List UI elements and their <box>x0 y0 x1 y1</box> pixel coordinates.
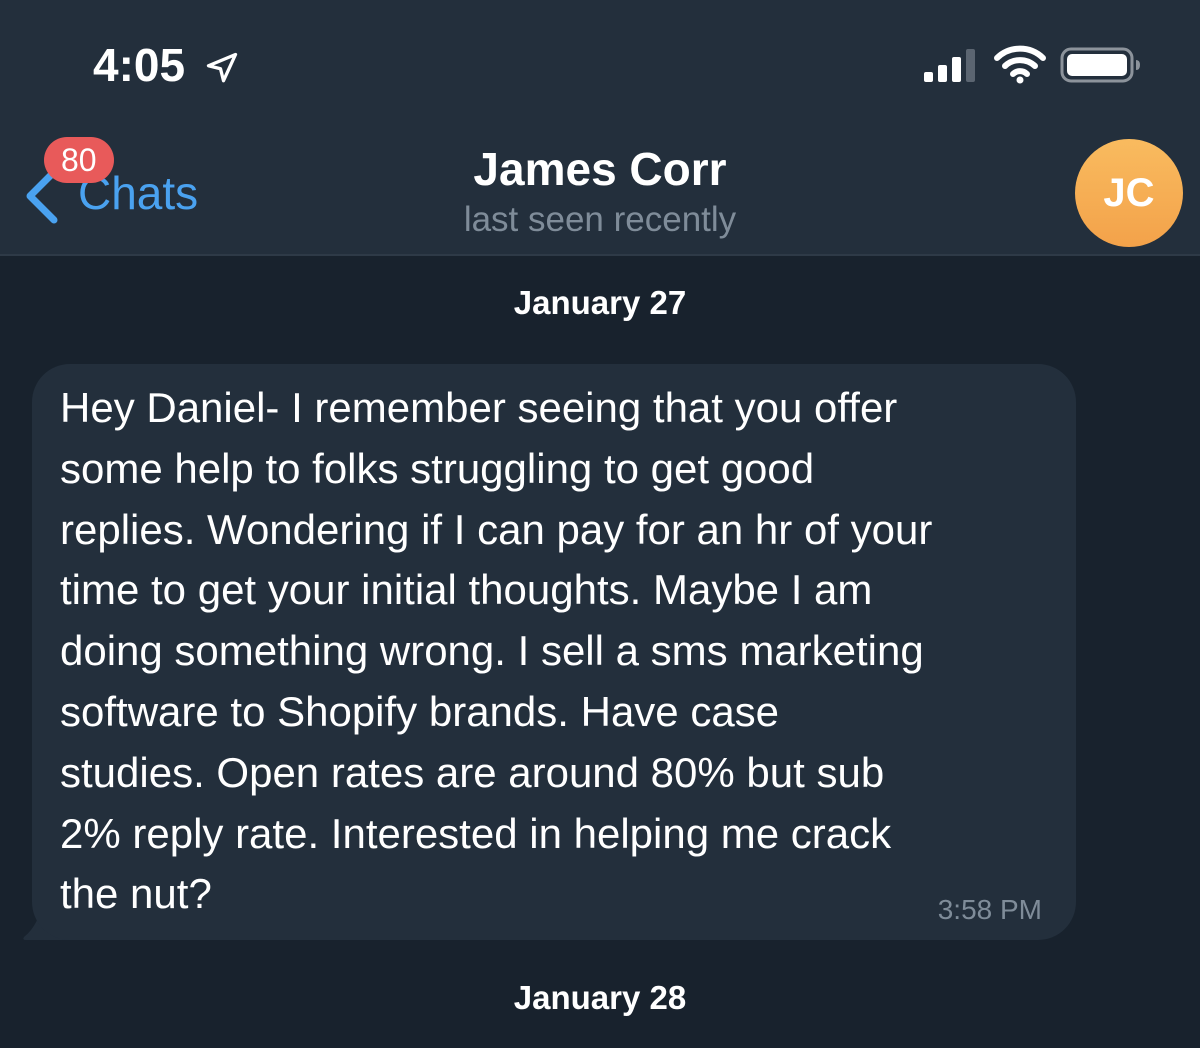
date-separator: January 27 <box>513 284 687 321</box>
location-arrow-icon <box>206 52 238 83</box>
chat-title[interactable]: James Corr <box>0 142 1200 196</box>
message-timestamp: 3:58 PM <box>937 894 1042 925</box>
cellular-signal-icon <box>924 49 975 82</box>
date-separator: January 28 <box>513 979 687 1016</box>
avatar[interactable]: JC <box>1075 139 1183 247</box>
battery-icon <box>1060 47 1140 83</box>
message-bubble[interactable]: Hey Daniel- I remember seeing that you o… <box>32 364 1076 940</box>
message-text: Hey Daniel- I remember seeing that you o… <box>60 384 933 918</box>
wifi-icon <box>994 45 1046 84</box>
chat-subtitle: last seen recently <box>463 200 737 239</box>
header-bar: 4:05 Chats 80 James Corr last seen recen… <box>0 0 1200 256</box>
chat-screen: 4:05 Chats 80 James Corr last seen recen… <box>0 0 1200 1048</box>
status-time: 4:05 <box>93 39 186 91</box>
